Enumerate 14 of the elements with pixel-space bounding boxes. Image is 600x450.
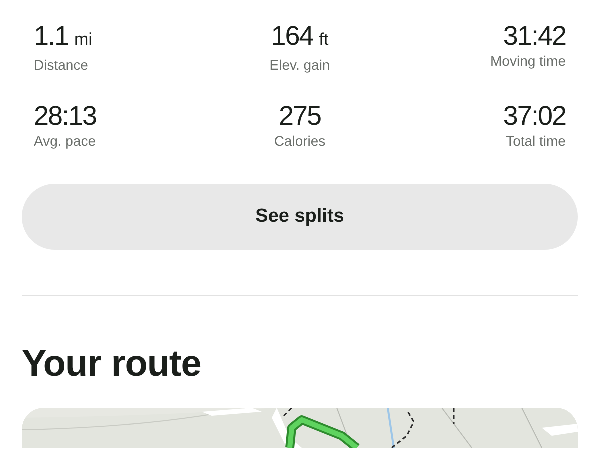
- stat-label: Calories: [274, 132, 326, 150]
- see-splits-button[interactable]: See splits: [22, 184, 578, 250]
- stat-value: 28:13: [34, 100, 97, 132]
- stat-value: 164 ft: [271, 20, 329, 53]
- stat-value: 275: [278, 100, 322, 132]
- stat-value: 31:42: [503, 20, 566, 52]
- stat-label: Distance: [34, 56, 88, 74]
- stat-value: 37:02: [503, 100, 566, 132]
- stat-label: Total time: [506, 132, 566, 150]
- stat-label: Avg. pace: [34, 132, 96, 150]
- stat-value: 1.1 mi: [34, 20, 92, 53]
- stat-label: Elev. gain: [270, 56, 330, 74]
- section-title: Your route: [22, 342, 202, 386]
- stat-label: Moving time: [490, 52, 566, 70]
